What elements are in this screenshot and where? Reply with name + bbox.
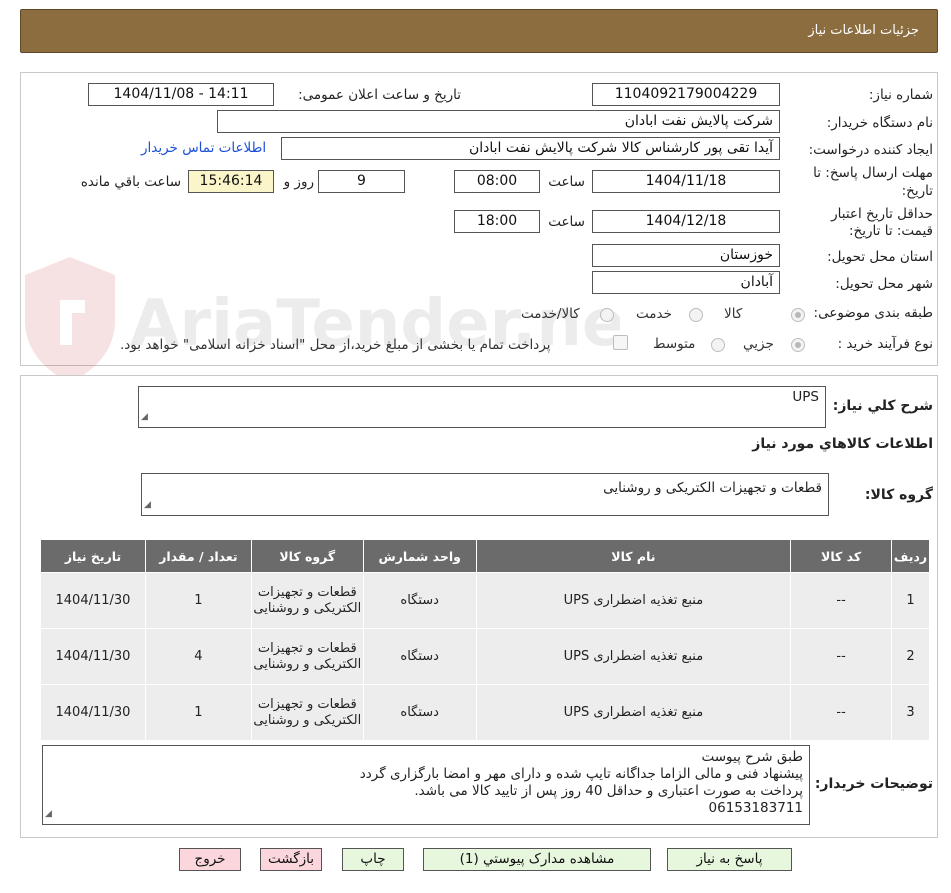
buyer-notes-line: پیشنهاد فنی و مالی الزاما جداگانه تایپ ش…: [359, 766, 803, 782]
summary-textarea: UPS ◢: [138, 386, 826, 428]
province-field: خوزستان: [592, 244, 780, 267]
col-header-row-number: رديف: [891, 539, 930, 573]
page-title: جزئیات اطلاعات نیاز: [808, 23, 919, 38]
summary-label: شرح كلي نياز:: [832, 398, 933, 414]
category-goods-radio[interactable]: [791, 308, 805, 322]
category-label: طبقه بندی موضوعی:: [813, 305, 933, 321]
category-service-radio[interactable]: [689, 308, 703, 322]
back-button[interactable]: بازگشت: [260, 848, 322, 871]
announce-datetime-field: 1404/11/08 - 14:11: [88, 83, 274, 106]
print-button[interactable]: چاپ: [342, 848, 404, 871]
table-header-row: رديف كد كالا نام كالا واحد شمارش گروه كا…: [40, 539, 930, 573]
resize-grip-icon[interactable]: ◢: [144, 497, 151, 514]
col-header-need-date: تاريخ نياز: [40, 539, 146, 573]
exit-button[interactable]: خروج: [179, 848, 241, 871]
cell-item-code: --: [790, 684, 893, 741]
col-header-item-group: گروه كالا: [250, 539, 364, 573]
buyer-notes-line: پرداخت به صورت اعتباری و حداقل 40 روز پس…: [414, 783, 803, 799]
process-medium-label: متوسط: [653, 336, 696, 352]
deadline-time-field: 08:00: [454, 170, 540, 193]
cell-item-group: قطعات و تجهیزات الکتریکی و روشنایی: [250, 684, 364, 741]
buyer-notes-label: توضیحات خریدار:: [814, 776, 933, 792]
process-type-label: نوع فرآیند خرید :: [837, 336, 933, 352]
view-attachments-button[interactable]: مشاهده مدارک پیوستي (1): [423, 848, 651, 871]
deadline-label: مهلت ارسال پاسخ: تا: [813, 165, 933, 181]
creator-field: آیدا تقی پور کارشناس کالا شرکت پالایش نف…: [281, 137, 780, 160]
resize-grip-icon[interactable]: ◢: [141, 409, 148, 426]
validity-time-label: ساعت: [548, 214, 585, 230]
goods-info-title: اطلاعات كالاهاي مورد نياز: [752, 436, 933, 452]
cell-item-code: --: [790, 628, 893, 685]
goods-group-text: قطعات و تجهیزات الکتریکی و روشنایی: [603, 480, 822, 496]
cell-unit: دستگاه: [362, 684, 477, 741]
cell-unit: دستگاه: [362, 628, 477, 685]
need-number-field: 1104092179004229: [592, 83, 780, 106]
deadline-time-label: ساعت: [548, 174, 585, 190]
buyer-org-field: شرکت پالایش نفت ابادان: [217, 110, 780, 133]
summary-text: UPS: [792, 389, 819, 405]
validity-date-field: 1404/12/18: [592, 210, 780, 233]
cell-item-name: منبع تغذیه اضطراری UPS: [475, 572, 792, 629]
cell-row-number: 3: [891, 684, 930, 741]
table-row: 3 -- منبع تغذیه اضطراری UPS دستگاه قطعات…: [40, 684, 930, 741]
need-number-label: شماره نیاز:: [868, 87, 933, 103]
validity-time-field: 18:00: [454, 210, 540, 233]
col-header-item-code: كد كالا: [790, 539, 893, 573]
validity-label: حداقل تاریخ اعتبار: [831, 206, 933, 222]
category-goods-service-radio[interactable]: [600, 308, 614, 322]
remaining-time-field: 15:46:14: [188, 170, 274, 193]
cell-item-name: منبع تغذیه اضطراری UPS: [475, 684, 792, 741]
goods-group-textarea: قطعات و تجهیزات الکتریکی و روشنایی ◢: [141, 473, 829, 516]
category-goods-service-label: کالا/خدمت: [521, 306, 580, 322]
validity-label-date: قیمت: تا تاریخ:: [849, 223, 933, 239]
buyer-notes-textarea: طبق شرح پیوست پیشنهاد فنی و مالی الزاما …: [42, 745, 810, 825]
city-label: شهر محل تحویل:: [835, 276, 933, 292]
cell-item-name: منبع تغذیه اضطراری UPS: [475, 628, 792, 685]
cell-quantity: 1: [144, 684, 252, 741]
cell-row-number: 1: [891, 572, 930, 629]
cell-item-code: --: [790, 572, 893, 629]
cell-need-date: 1404/11/30: [40, 628, 146, 685]
days-label: روز و: [283, 174, 314, 190]
col-header-item-name: نام كالا: [475, 539, 792, 573]
resize-grip-icon[interactable]: ◢: [45, 806, 52, 823]
table-row: 1 -- منبع تغذیه اضطراری UPS دستگاه قطعات…: [40, 572, 930, 629]
deadline-label-date: تاریخ:: [901, 183, 933, 199]
items-table: رديف كد كالا نام كالا واحد شمارش گروه كا…: [40, 539, 930, 741]
announce-datetime-label: تاریخ و ساعت اعلان عمومی:: [298, 87, 461, 103]
category-service-label: خدمت: [636, 306, 672, 322]
category-goods-label: کالا: [724, 306, 743, 322]
cell-need-date: 1404/11/30: [40, 572, 146, 629]
buyer-contact-link[interactable]: اطلاعات تماس خریدار: [141, 140, 266, 156]
process-minor-label: جزیي: [743, 336, 774, 352]
creator-label: ایجاد کننده درخواست:: [808, 142, 933, 158]
province-label: استان محل تحویل:: [827, 249, 933, 265]
goods-group-label: گروه کالا:: [864, 487, 933, 503]
cell-row-number: 2: [891, 628, 930, 685]
cell-item-group: قطعات و تجهیزات الکتریکی و روشنایی: [250, 572, 364, 629]
treasury-payment-checkbox[interactable]: [613, 335, 628, 350]
buyer-notes-line: طبق شرح پیوست: [701, 749, 803, 765]
col-header-quantity: تعداد / مقدار: [144, 539, 252, 573]
city-field: آبادان: [592, 271, 780, 294]
cell-unit: دستگاه: [362, 572, 477, 629]
table-row: 2 -- منبع تغذیه اضطراری UPS دستگاه قطعات…: [40, 628, 930, 685]
treasury-payment-note: پرداخت تمام یا بخشی از مبلغ خرید،از محل …: [120, 337, 551, 353]
page-header: جزئیات اطلاعات نیاز: [20, 9, 938, 53]
remaining-days-field: 9: [318, 170, 405, 193]
deadline-date-field: 1404/11/18: [592, 170, 780, 193]
cell-quantity: 1: [144, 572, 252, 629]
cell-need-date: 1404/11/30: [40, 684, 146, 741]
col-header-unit: واحد شمارش: [362, 539, 477, 573]
remaining-label: ساعت باقي مانده: [80, 174, 181, 190]
reply-to-need-button[interactable]: پاسخ به نیاز: [667, 848, 792, 871]
cell-quantity: 4: [144, 628, 252, 685]
cell-item-group: قطعات و تجهیزات الکتریکی و روشنایی: [250, 628, 364, 685]
process-minor-radio[interactable]: [791, 338, 805, 352]
buyer-org-label: نام دستگاه خریدار:: [826, 115, 933, 131]
buyer-notes-line: 06153183711: [708, 800, 803, 816]
process-medium-radio[interactable]: [711, 338, 725, 352]
